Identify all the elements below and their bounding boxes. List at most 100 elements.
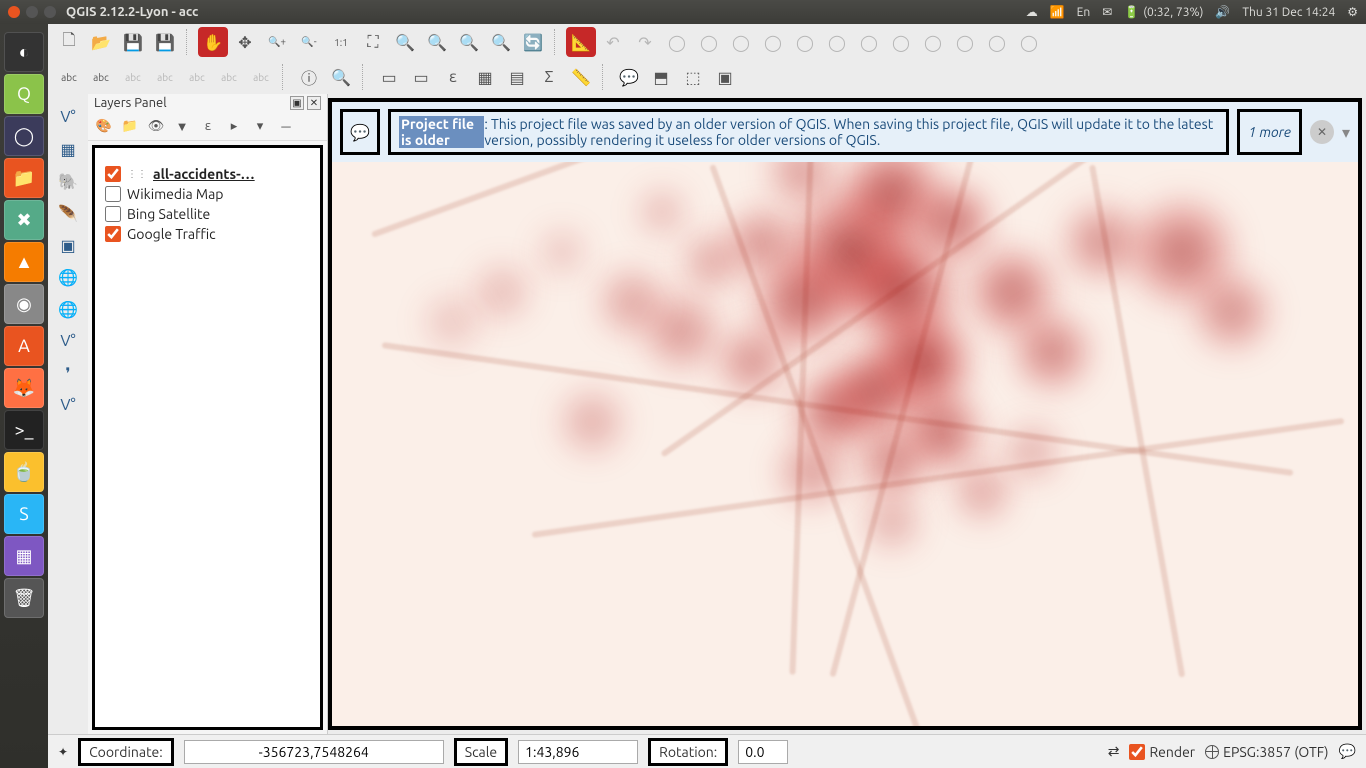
pan-selection-icon[interactable]: ✥	[230, 27, 260, 57]
label-abc3-icon[interactable]: abc	[118, 62, 148, 92]
zoom-native-icon[interactable]: 1:1	[326, 27, 356, 57]
measure-icon[interactable]: 📏	[566, 62, 596, 92]
minimize-window-icon[interactable]	[26, 6, 38, 18]
label-abc5-icon[interactable]: abc	[182, 62, 212, 92]
add-spatialite-icon[interactable]: 🪶	[53, 198, 83, 228]
label-abc4-icon[interactable]: abc	[150, 62, 180, 92]
bookmark2-icon[interactable]: ⬚	[678, 62, 708, 92]
battery-icon[interactable]: 🔋 (0:32, 73%)	[1124, 5, 1203, 19]
layer-visibility-checkbox[interactable]	[105, 226, 121, 242]
bookmark3-icon[interactable]: ▣	[710, 62, 740, 92]
edit8-icon[interactable]: ◯	[886, 27, 916, 57]
render-checkbox[interactable]: Render	[1129, 744, 1195, 760]
rotation-input[interactable]	[738, 740, 788, 764]
edit5-icon[interactable]: ◯	[790, 27, 820, 57]
scale-input[interactable]	[518, 740, 638, 764]
label-abc6-icon[interactable]: abc	[214, 62, 244, 92]
toggle-extents-icon[interactable]: ✦	[58, 745, 68, 759]
notice-more-button[interactable]: 1 more	[1237, 109, 1302, 155]
filter-icon[interactable]: ▼	[170, 114, 194, 138]
coordinate-input[interactable]	[184, 740, 444, 764]
remove-layer-icon[interactable]: －	[274, 114, 298, 138]
launcher-disk[interactable]: ◉	[4, 284, 44, 324]
select-poly-icon[interactable]: ▭	[406, 62, 436, 92]
launcher-software[interactable]: A	[4, 326, 44, 366]
ruler-icon[interactable]: 📐	[566, 27, 596, 57]
maximize-window-icon[interactable]	[44, 6, 56, 18]
select-zoom-icon[interactable]: 🔍	[326, 62, 356, 92]
crs-button[interactable]: EPSG:3857 (OTF)	[1205, 744, 1328, 760]
zoom-in-icon[interactable]: 🔍+	[262, 27, 292, 57]
add-virtual-icon[interactable]: V°	[53, 326, 83, 356]
bookmark-icon[interactable]: ⬒	[646, 62, 676, 92]
launcher-dash[interactable]: ◐	[4, 32, 44, 72]
magnifier-icon[interactable]: ⇄	[1108, 743, 1120, 760]
add-wfs-icon[interactable]: 🌐	[53, 294, 83, 324]
mail-icon[interactable]: ✉	[1102, 5, 1112, 19]
add-delimited-icon[interactable]: V°	[53, 390, 83, 420]
launcher-vlc[interactable]: ▲	[4, 242, 44, 282]
open-project-icon[interactable]: 📂	[86, 27, 116, 57]
render-check-input[interactable]	[1129, 744, 1145, 760]
undo-icon[interactable]: ↶	[598, 27, 628, 57]
zoom-next-icon[interactable]: 🔍	[486, 27, 516, 57]
zoom-last-icon[interactable]: 🔍	[454, 27, 484, 57]
label-abc1-icon[interactable]: abc	[54, 62, 84, 92]
zoom-full-icon[interactable]: ⛶	[358, 27, 388, 57]
edit4-icon[interactable]: ◯	[758, 27, 788, 57]
panel-undock-icon[interactable]: ▣	[290, 96, 304, 110]
add-group-icon[interactable]: ❜	[53, 358, 83, 388]
edit12-icon[interactable]: ◯	[1014, 27, 1044, 57]
layer-visibility-checkbox[interactable]	[105, 166, 121, 182]
save-as-icon[interactable]: 💾	[150, 27, 180, 57]
map-tips-icon[interactable]: 💬	[614, 62, 644, 92]
edit10-icon[interactable]: ◯	[950, 27, 980, 57]
launcher-trash[interactable]: 🗑	[4, 578, 44, 618]
edit3-icon[interactable]: ◯	[726, 27, 756, 57]
zoom-selection-icon[interactable]: 🔍	[390, 27, 420, 57]
add-vector-icon[interactable]: V°	[53, 102, 83, 132]
identify-icon[interactable]: ⓘ	[294, 62, 324, 92]
edit6-icon[interactable]: ◯	[822, 27, 852, 57]
style-icon[interactable]: 🎨	[92, 114, 116, 138]
expand-icon[interactable]: ▸	[222, 114, 246, 138]
settings-gear-icon[interactable]: ⚙	[1347, 5, 1358, 19]
refresh-icon[interactable]: 🔄	[518, 27, 548, 57]
add-postgis-icon[interactable]: 🐘	[53, 166, 83, 196]
layer-item[interactable]: Google Traffic	[101, 224, 314, 244]
notice-dropdown-icon[interactable]: ▾	[1342, 123, 1350, 142]
launcher-firefox[interactable]: 🦊	[4, 368, 44, 408]
cloud-icon[interactable]: ☁	[1026, 5, 1038, 19]
select-rect-icon[interactable]: ▭	[374, 62, 404, 92]
launcher-app[interactable]: ▦	[4, 536, 44, 576]
clock[interactable]: Thu 31 Dec 14:24	[1242, 6, 1335, 19]
map-area[interactable]: 💬 Project file is older: This project fi…	[328, 98, 1362, 730]
layer-item[interactable]: ⋮⋮all-accidents-…	[101, 164, 314, 184]
layer-visibility-checkbox[interactable]	[105, 186, 121, 202]
add-raster-icon[interactable]: ▦	[53, 134, 83, 164]
notice-close-icon[interactable]: ✕	[1310, 120, 1334, 144]
zoom-out-icon[interactable]: 🔍-	[294, 27, 324, 57]
edit2-icon[interactable]: ◯	[694, 27, 724, 57]
add-wms-icon[interactable]: ▣	[53, 230, 83, 260]
wifi-icon[interactable]: 📶	[1050, 5, 1065, 19]
visibility-icon[interactable]: 👁	[144, 114, 168, 138]
attr-table-icon[interactable]: ▦	[470, 62, 500, 92]
expression-icon[interactable]: ε	[196, 114, 220, 138]
launcher-qgis[interactable]: Q	[4, 74, 44, 114]
add-group-icon[interactable]: 📁	[118, 114, 142, 138]
launcher-eclipse[interactable]: ◯	[4, 116, 44, 156]
launcher-files[interactable]: 📁	[4, 158, 44, 198]
collapse-icon[interactable]: ▾	[248, 114, 272, 138]
layer-visibility-checkbox[interactable]	[105, 206, 121, 222]
map-canvas[interactable]	[332, 102, 1358, 726]
add-csv-icon[interactable]: 🌐	[53, 262, 83, 292]
label-abc7-icon[interactable]: abc	[246, 62, 276, 92]
pan-icon[interactable]: ✋	[198, 27, 228, 57]
layer-item[interactable]: Bing Satellite	[101, 204, 314, 224]
close-window-icon[interactable]	[8, 6, 20, 18]
launcher-tea[interactable]: 🍵	[4, 452, 44, 492]
layer-item[interactable]: Wikimedia Map	[101, 184, 314, 204]
keyboard-lang[interactable]: En	[1077, 6, 1091, 19]
launcher-tools[interactable]: ✖	[4, 200, 44, 240]
